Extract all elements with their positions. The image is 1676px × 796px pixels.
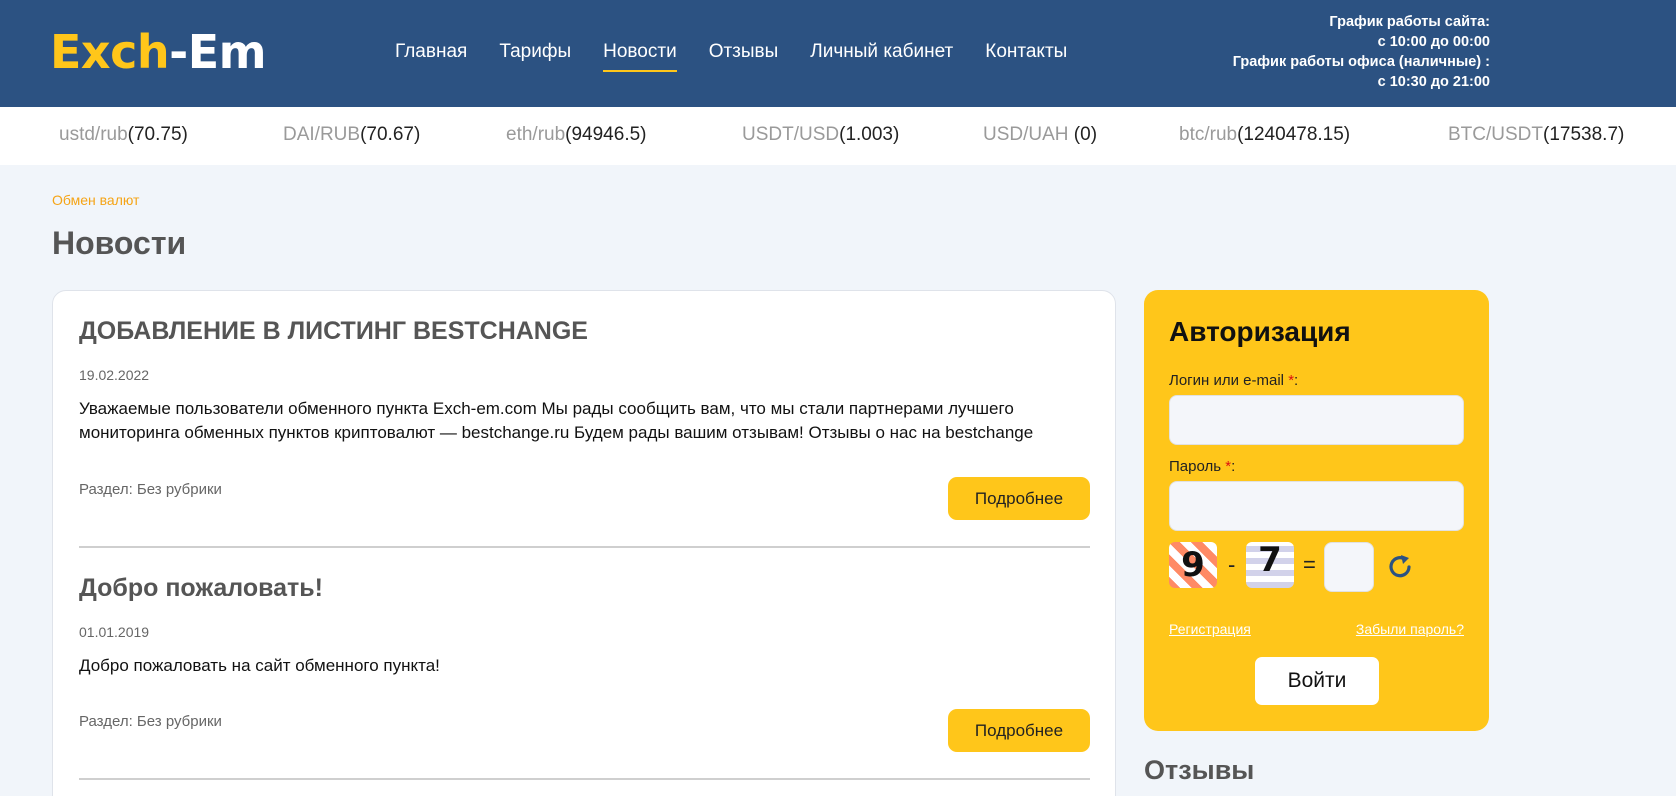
site-hours-label: График работы сайта: <box>1329 14 1490 30</box>
ticker-item: btc/rub(1240478.15) <box>1179 123 1350 147</box>
nav-contacts[interactable]: Контакты <box>985 38 1067 66</box>
news-item: ДОБАВЛЕНИЕ В ЛИСТИНГ BESTCHANGE 19.02.20… <box>79 315 1090 445</box>
ticker-pair: eth/rub <box>506 124 566 145</box>
news-text: Добро пожаловать на сайт обменного пункт… <box>79 656 440 675</box>
news-title[interactable]: ДОБАВЛЕНИЕ В ЛИСТИНГ BESTCHANGE <box>79 315 1090 347</box>
ticker-pair: BTC/USDT <box>1448 124 1543 145</box>
ticker-item: DAI/RUB(70.67) <box>283 123 420 147</box>
password-label-text: Пароль <box>1169 458 1226 475</box>
nav-reviews[interactable]: Отзывы <box>709 38 779 66</box>
nav-home[interactable]: Главная <box>395 38 467 66</box>
ticker-item: USDT/USD(1.003) <box>742 123 899 147</box>
captcha-answer-input[interactable] <box>1324 542 1374 592</box>
working-hours: График работы сайта: с 10:00 до 00:00 Гр… <box>1233 12 1490 92</box>
ticker-rate: (70.75) <box>127 124 188 145</box>
nav-account[interactable]: Личный кабинет <box>810 38 953 66</box>
site-hours-value: с 10:00 до 00:00 <box>1377 34 1490 50</box>
reviews-heading: Отзывы <box>1144 755 1255 785</box>
ticker-pair: ustd/rub <box>59 124 128 145</box>
ticker-rate: (0) <box>1073 124 1098 145</box>
ticker-item: eth/rub(94946.5) <box>506 123 647 147</box>
logo[interactable]: Exch-Em <box>50 22 267 82</box>
register-link[interactable]: Регистрация <box>1169 621 1251 637</box>
login-label-text: Логин или e-mail <box>1169 372 1289 389</box>
ticker-pair: btc/rub <box>1179 124 1238 145</box>
ticker-item: USD/UAH (0) <box>983 123 1097 147</box>
ticker-rate: (17538.7) <box>1543 124 1625 145</box>
ticker-rate: (1.003) <box>839 124 900 145</box>
page-title: Новости <box>52 225 187 261</box>
ticker-rate: (1240478.15) <box>1237 124 1351 145</box>
read-more-button[interactable]: Подробнее <box>948 709 1090 752</box>
logo-part-2: -Em <box>169 25 267 79</box>
breadcrumb[interactable]: Обмен валют <box>52 192 139 208</box>
logo-part-1: Exch <box>50 25 170 79</box>
news-date: 01.01.2019 <box>79 624 150 640</box>
login-button[interactable]: Войти <box>1255 657 1379 705</box>
ticker-pair: DAI/RUB <box>283 124 361 145</box>
login-panel: Авторизация Логин или e-mail *: Пароль *… <box>1144 290 1489 731</box>
news-list: ДОБАВЛЕНИЕ В ЛИСТИНГ BESTCHANGE 19.02.20… <box>52 290 1116 796</box>
news-item: Добро пожаловать! 01.01.2019 Добро пожал… <box>79 572 1090 678</box>
nav-tariffs[interactable]: Тарифы <box>499 38 571 66</box>
label-colon: : <box>1294 372 1299 389</box>
ticker-pair: USDT/USD <box>742 124 840 145</box>
login-input[interactable] <box>1169 395 1464 445</box>
login-label: Логин или e-mail *: <box>1169 372 1298 389</box>
ticker-item: ustd/rub(70.75) <box>59 123 188 147</box>
news-text: Уважаемые пользователи обменного пункта … <box>79 399 1034 442</box>
office-hours-label: График работы офиса (наличные) : <box>1232 54 1490 70</box>
read-more-button[interactable]: Подробнее <box>948 477 1090 520</box>
news-divider <box>79 778 1090 780</box>
ticker-rate: (70.67) <box>360 124 421 145</box>
nav-news[interactable]: Новости <box>603 38 677 72</box>
news-category: Раздел: Без рубрики <box>79 713 222 730</box>
forgot-password-link[interactable]: Забыли пароль? <box>1356 621 1464 637</box>
captcha-digit-2: 7 <box>1246 542 1294 588</box>
office-hours-value: с 10:30 до 21:00 <box>1377 74 1490 90</box>
captcha-digit-1: 9 <box>1169 542 1217 588</box>
password-input[interactable] <box>1169 481 1464 531</box>
rates-ticker: ustd/rub(70.75) DAI/RUB(70.67) eth/rub(9… <box>0 107 1676 165</box>
news-date: 19.02.2022 <box>79 367 150 383</box>
main-nav: Главная Тарифы Новости Отзывы Личный каб… <box>395 38 1099 72</box>
ticker-pair: USD/UAH <box>983 124 1074 145</box>
ticker-item: BTC/USDT(17538.7) <box>1448 123 1624 147</box>
ticker-rate: (94946.5) <box>565 124 647 145</box>
site-header: Exch-Em Главная Тарифы Новости Отзывы Ли… <box>0 0 1676 107</box>
news-category: Раздел: Без рубрики <box>79 481 222 498</box>
news-title[interactable]: Добро пожаловать! <box>79 572 1090 604</box>
captcha-equals: = <box>1303 552 1316 577</box>
label-colon: : <box>1231 458 1236 475</box>
password-label: Пароль *: <box>1169 458 1235 475</box>
login-title: Авторизация <box>1169 316 1351 347</box>
captcha-operator: - <box>1228 552 1236 577</box>
refresh-icon[interactable] <box>1384 550 1418 584</box>
news-divider <box>79 546 1090 548</box>
